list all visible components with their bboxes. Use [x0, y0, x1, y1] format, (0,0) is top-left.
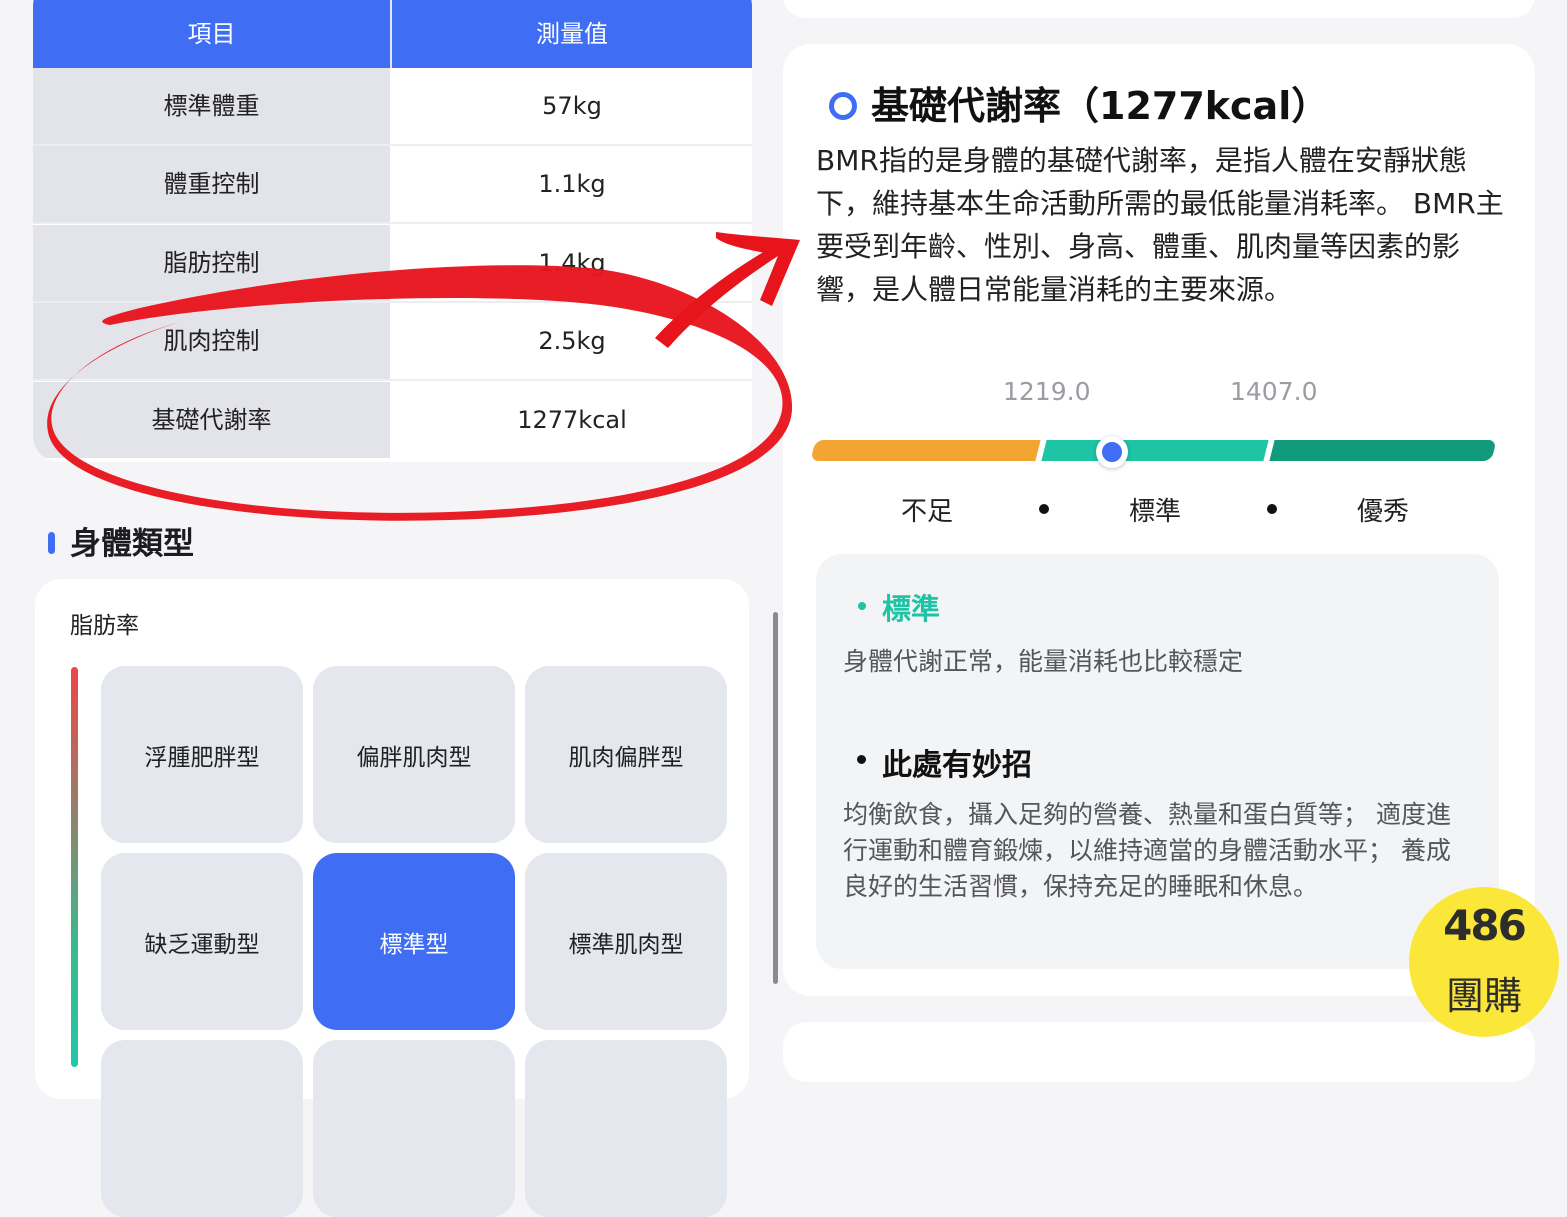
scrollbar[interactable]	[773, 612, 778, 984]
row-label: 基礎代謝率	[33, 382, 390, 458]
threshold-low: 1219.0	[1003, 377, 1091, 406]
heading-accent-bar	[48, 532, 55, 554]
fat-rate-gradient-bar	[71, 667, 78, 1067]
status-dot-icon	[858, 602, 866, 610]
range-bar-low	[810, 440, 1041, 461]
body-type-tile[interactable]: 缺乏運動型	[101, 853, 303, 1030]
watermark-number: 486	[1443, 901, 1527, 950]
current-value-marker	[1096, 436, 1128, 468]
range-label-excellent: 優秀	[1357, 497, 1410, 527]
row-value: 1277kcal	[392, 382, 752, 458]
body-type-title: 身體類型	[70, 526, 194, 562]
row-value: 2.5kg	[392, 303, 752, 379]
table-header: 項目 測量值	[33, 0, 752, 68]
table-row: 體重控制 1.1kg	[33, 146, 752, 224]
threshold-high: 1407.0	[1230, 377, 1318, 406]
row-label: 標準體重	[33, 68, 390, 144]
body-type-tile[interactable]: 偏胖肌肉型	[313, 666, 515, 843]
row-divider	[33, 379, 752, 381]
body-type-tile[interactable]	[313, 1040, 515, 1217]
tip-text: 均衡飲食，攝入足夠的營養、熱量和蛋白質等； 適度進行運動和體育鍛煉，以維持適當的…	[843, 800, 1451, 901]
row-label: 體重控制	[33, 146, 390, 222]
body-type-tile[interactable]	[101, 1040, 303, 1217]
row-value: 57kg	[392, 68, 752, 144]
table-row: 肌肉控制 2.5kg	[33, 303, 752, 381]
bmr-description: BMR指的是身體的基礎代謝率，是指人體在安靜狀態下，維持基本生命活動所需的最低能…	[816, 144, 1504, 306]
table-row: 脂肪控制 1.4kg	[33, 225, 752, 303]
status-box: 標準 身體代謝正常，能量消耗也比較穩定 此處有妙招 均衡飲食，攝入足夠的營養、熱…	[816, 554, 1499, 969]
bmr-card: 基礎代謝率（1277kcal） BMR指的是身體的基礎代謝率，是指人體在安靜狀態…	[783, 44, 1535, 996]
previous-card	[783, 0, 1535, 18]
tip-title: 此處有妙招	[882, 748, 1032, 783]
row-label: 肌肉控制	[33, 303, 390, 379]
body-type-tile[interactable]: 肌肉偏胖型	[525, 666, 727, 843]
range-separator-dot	[1267, 504, 1277, 514]
group-buy-watermark: 486 團購	[1409, 887, 1559, 1037]
tip-bullet-icon	[857, 755, 866, 764]
row-label: 脂肪控制	[33, 225, 390, 301]
body-type-tile[interactable]: 浮腫肥胖型	[101, 666, 303, 843]
range-bar-excellent	[1269, 440, 1497, 461]
range-bar-standard	[1041, 440, 1269, 461]
ring-bullet-icon	[829, 92, 857, 120]
row-value: 1.1kg	[392, 146, 752, 222]
column-header-item: 項目	[187, 20, 236, 48]
table-row: 基礎代謝率 1277kcal	[33, 382, 752, 458]
range-separator-dot	[1039, 504, 1049, 514]
status-description: 身體代謝正常，能量消耗也比較穩定	[843, 647, 1244, 676]
body-type-tile[interactable]	[525, 1040, 727, 1217]
watermark-text: 團購	[1445, 974, 1522, 1018]
body-type-tile[interactable]: 標準肌肉型	[525, 853, 727, 1030]
measurement-table: 項目 測量值 標準體重 57kg 體重控制 1.1kg 脂肪控制 1.4kg 肌…	[33, 0, 752, 462]
table-row: 標準體重 57kg	[33, 68, 752, 146]
bmr-title: 基礎代謝率（1277kcal）	[871, 84, 1330, 128]
status-label: 標準	[882, 592, 941, 626]
row-divider	[33, 222, 752, 224]
fat-rate-axis-label: 脂肪率	[70, 613, 139, 639]
range-label-low: 不足	[901, 497, 954, 527]
row-value: 1.4kg	[392, 225, 752, 301]
body-type-tile-selected[interactable]: 標準型	[313, 853, 515, 1030]
body-type-card: 脂肪率 浮腫肥胖型 偏胖肌肉型 肌肉偏胖型 缺乏運動型 標準型 標準肌肉型	[35, 579, 749, 1217]
next-card	[783, 1022, 1535, 1082]
range-label-standard: 標準	[1129, 497, 1182, 527]
column-header-value: 測量值	[536, 20, 608, 48]
